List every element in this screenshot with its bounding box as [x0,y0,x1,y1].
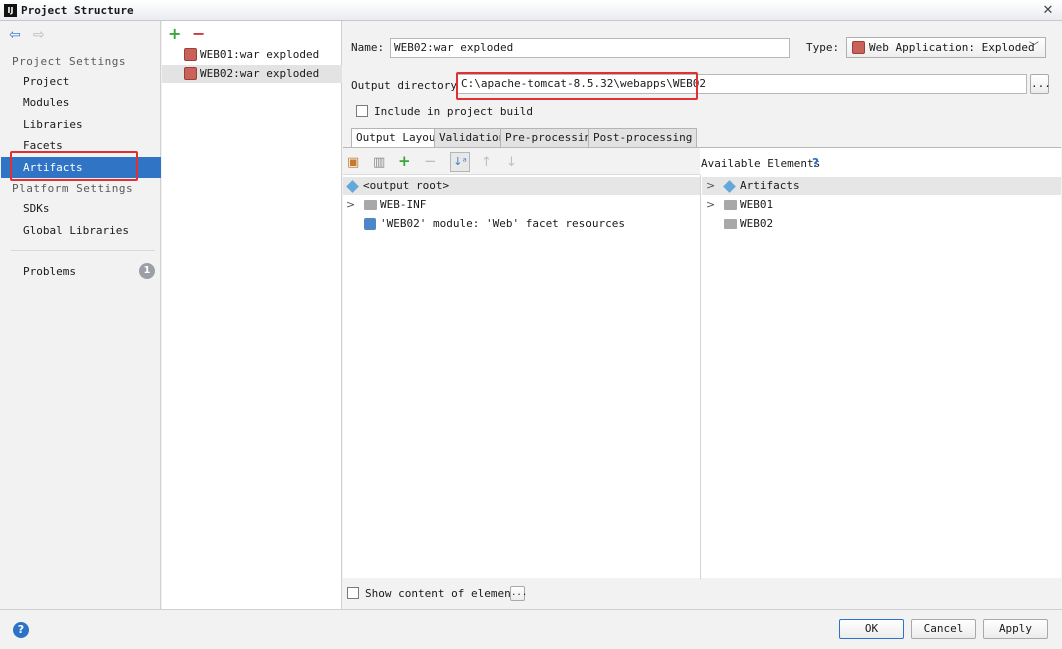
available-row-artifacts[interactable]: > Artifacts [702,177,1061,195]
layout-toolbar: ▣ ▥ + − ↓ᵃ ↑ ↓ [343,148,700,175]
available-row-web02[interactable]: WEB02 [702,215,1061,233]
war-artifact-icon [184,67,197,80]
highlight-box [10,151,138,181]
show-content-options-button[interactable]: ... [510,586,527,601]
module-folder-icon [724,200,737,210]
sidebar-item-modules[interactable]: Modules [1,92,161,113]
project-settings-heading: Project Settings [12,55,126,68]
add-artifact-button[interactable]: + [168,24,181,43]
settings-sidebar: ⇦ ⇨ Project Settings Project Modules Lib… [1,21,161,609]
war-artifact-icon [184,48,197,61]
tree-row-label: 'WEB02' module: 'Web' facet resources [380,217,626,230]
available-elements-label: Available Elements [701,157,821,170]
window-title: Project Structure [21,4,134,17]
type-select-value: Web Application: Exploded [869,41,1035,54]
remove-element-icon[interactable]: − [424,152,437,170]
artifact-item-web01[interactable]: WEB01:war exploded [162,46,342,64]
name-label: Name: [351,41,385,54]
archive-icon[interactable]: ▥ [373,155,385,170]
artifact-item-web02[interactable]: WEB02:war exploded [162,65,342,83]
help-button[interactable]: ? [13,622,29,638]
cancel-button[interactable]: Cancel [911,619,976,639]
intellij-logo-icon: IJ [4,4,17,17]
name-input[interactable]: WEB02:war exploded [390,38,790,58]
remove-artifact-button[interactable]: − [192,24,205,43]
back-arrow-icon[interactable]: ⇦ [9,27,21,43]
apply-button[interactable]: Apply [983,619,1048,639]
available-row-label: Artifacts [740,179,800,192]
artifact-details-panel: Name: WEB02:war exploded Type: Web Appli… [343,21,1061,609]
chevron-right-icon[interactable]: > [346,196,355,214]
sidebar-item-problems[interactable]: Problems [1,261,161,282]
artifact-label: WEB01:war exploded [200,48,320,61]
close-window-button[interactable]: ✕ [1037,3,1059,18]
sidebar-item-project[interactable]: Project [1,71,161,92]
sidebar-item-libraries[interactable]: Libraries [1,114,161,135]
ok-button[interactable]: OK [839,619,904,639]
available-row-label: WEB02 [740,217,774,230]
output-directory-label: Output directory: [351,79,464,92]
tab-output-layout[interactable]: Output Layout [351,128,448,148]
forward-arrow-icon[interactable]: ⇨ [33,27,45,43]
tree-row-label: <output root> [363,179,450,192]
problems-count-badge: 1 [139,263,155,279]
sidebar-divider [11,250,155,251]
pane-divider [700,175,701,579]
dialog-button-bar: ? OK Cancel Apply [0,609,1062,649]
tree-row-output-root[interactable]: <output root> [343,177,700,195]
browse-button[interactable]: ... [1030,74,1051,94]
platform-settings-heading: Platform Settings [12,182,134,195]
artifact-label: WEB02:war exploded [200,67,320,80]
add-element-icon[interactable]: + [398,152,411,170]
chevron-down-icon: ﹀ [1029,42,1039,53]
folder-icon [364,200,377,210]
tree-row-label: WEB-INF [380,198,427,211]
move-up-icon[interactable]: ↑ [481,155,492,170]
output-highlight-box [456,72,698,100]
output-layout-panel: ▣ ▥ + − ↓ᵃ ↑ ↓ Available Elements ? <out… [343,147,1061,579]
module-folder-icon [724,219,737,229]
include-in-build-label: Include in project build [374,105,533,118]
show-content-checkbox[interactable] [347,587,359,599]
title-bar: IJ Project Structure ✕ [0,0,1062,21]
tree-row-facet-resources[interactable]: 'WEB02' module: 'Web' facet resources [343,215,700,233]
show-content-label: Show content of elements [365,587,524,600]
tab-post-processing[interactable]: Post-processing [588,128,698,147]
available-row-web01[interactable]: > WEB01 [702,196,1061,214]
move-down-icon[interactable]: ↓ [506,155,517,170]
create-directory-icon[interactable]: ▣ [347,155,359,170]
artifacts-list-panel: + − WEB01:war exploded WEB02:war explode… [162,21,342,609]
sidebar-item-sdks[interactable]: SDKs [1,198,161,219]
help-icon[interactable]: ? [812,156,819,170]
tab-validation[interactable]: Validation [434,128,511,147]
output-root-icon [346,180,359,193]
sidebar-item-global-libraries[interactable]: Global Libraries [1,220,161,241]
chevron-right-icon[interactable]: > [706,196,715,214]
sort-icon[interactable]: ↓ᵃ [450,152,470,172]
tree-row-web-inf[interactable]: > WEB-INF [343,196,700,214]
type-label: Type: [806,41,840,54]
available-row-label: WEB01 [740,198,774,211]
web-facet-icon [364,218,376,230]
artifacts-icon [723,180,736,193]
chevron-right-icon[interactable]: > [706,177,715,195]
war-artifact-icon [852,41,865,54]
type-select[interactable]: Web Application: Exploded ﹀ [846,37,1046,58]
include-in-build-checkbox[interactable] [356,105,368,117]
